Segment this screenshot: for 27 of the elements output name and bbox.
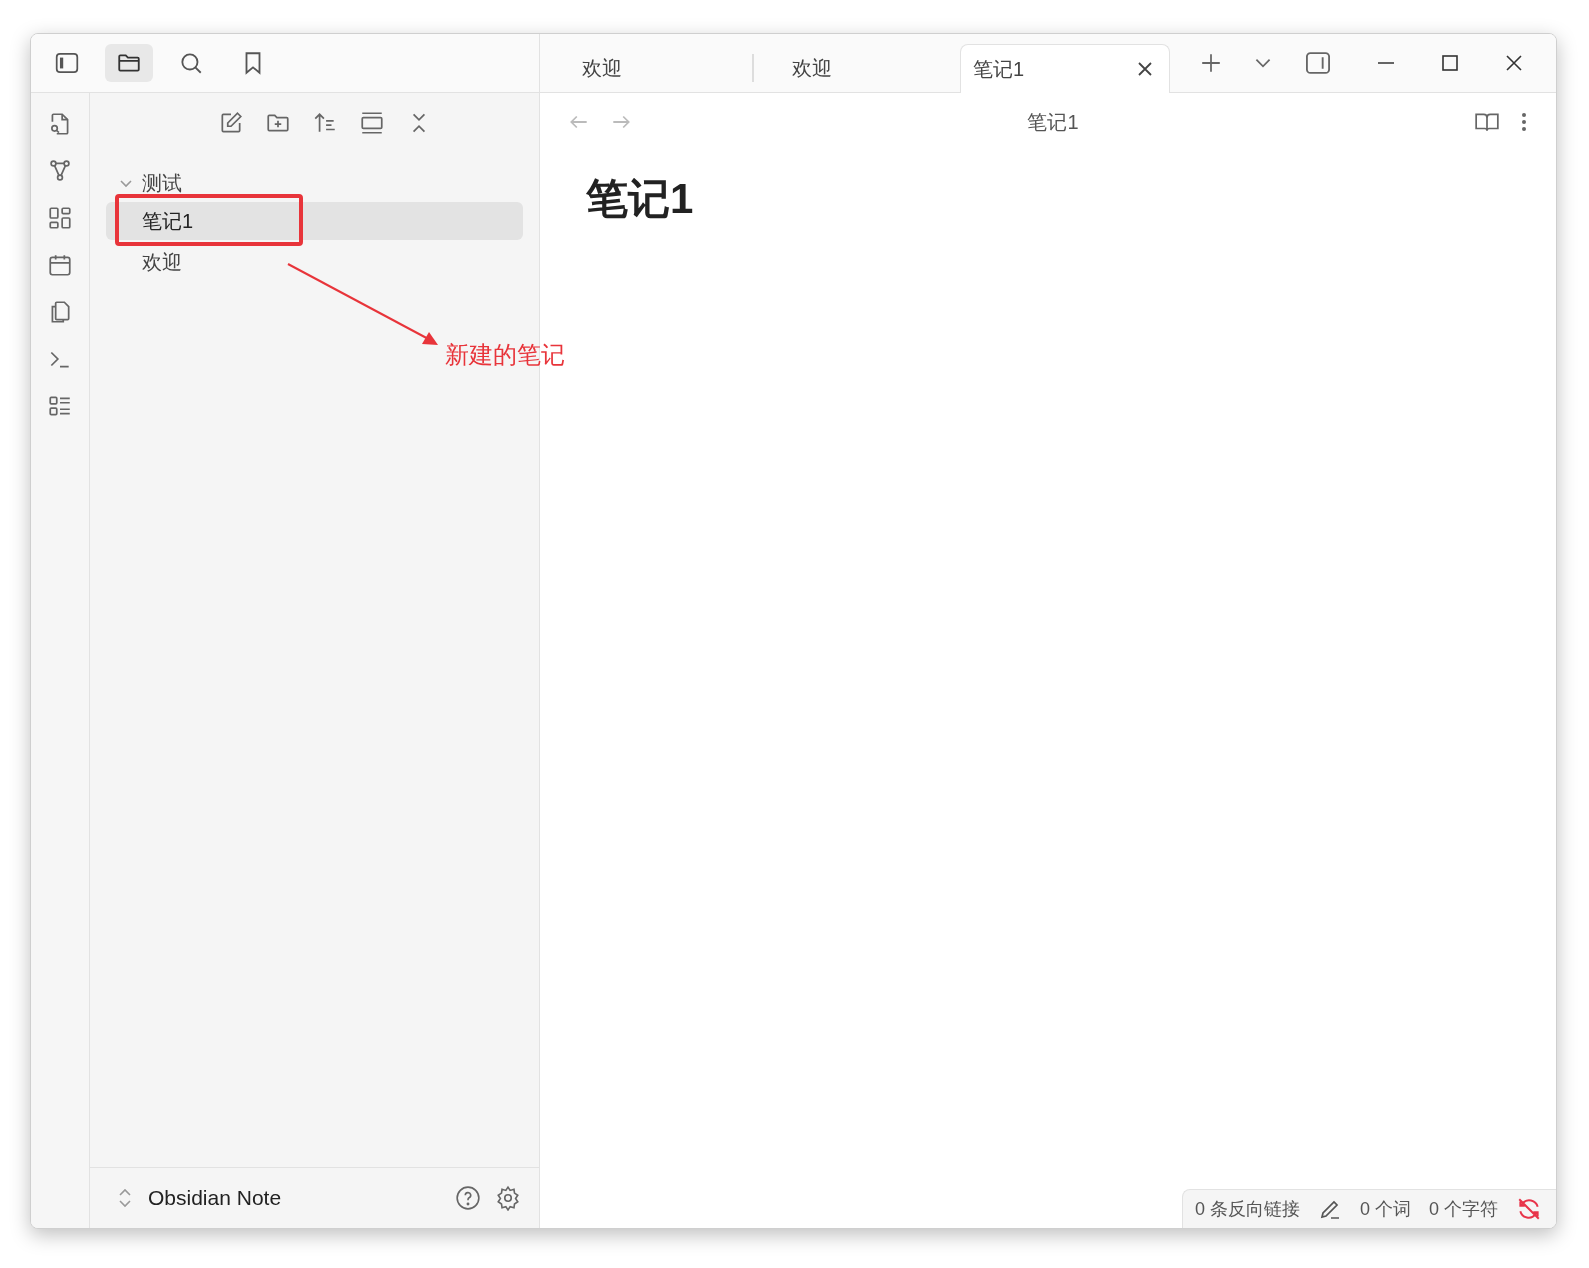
grid-icon[interactable] xyxy=(47,205,73,231)
backlinks-count[interactable]: 0 条反向链接 xyxy=(1194,1197,1300,1221)
sync-off-icon[interactable] xyxy=(1516,1196,1542,1222)
plus-icon[interactable] xyxy=(1200,52,1222,74)
right-sidebar-icon[interactable] xyxy=(1304,49,1332,77)
calendar-icon[interactable] xyxy=(47,252,73,278)
updown-icon[interactable] xyxy=(116,1187,134,1209)
collapse-view-icon[interactable] xyxy=(358,110,385,136)
folder-icon[interactable] xyxy=(105,44,153,82)
graph-icon[interactable] xyxy=(47,158,73,184)
annotation-label: 新建的笔记 xyxy=(445,340,565,370)
note-breadcrumb: 笔记1 xyxy=(1026,109,1080,135)
note-title: 笔记1 xyxy=(586,174,694,224)
maximize-icon[interactable] xyxy=(1440,53,1460,73)
list-icon[interactable] xyxy=(47,393,73,419)
file-item[interactable]: 欢迎 xyxy=(106,243,523,281)
char-count: 0 个字符 xyxy=(1429,1198,1498,1221)
tab[interactable]: 笔记1 xyxy=(960,44,1170,93)
word-count: 0 个词 xyxy=(1359,1198,1411,1221)
vault-name[interactable]: Obsidian Note xyxy=(148,1186,441,1210)
help-icon[interactable] xyxy=(455,1185,481,1211)
file-item[interactable]: 笔记1 xyxy=(106,202,523,240)
settings-icon[interactable] xyxy=(495,1185,521,1211)
tab[interactable]: 欢迎 xyxy=(542,44,752,92)
close-icon[interactable] xyxy=(1504,53,1524,73)
more-icon[interactable] xyxy=(1520,111,1528,133)
folder-item[interactable]: 测试 xyxy=(106,164,523,202)
